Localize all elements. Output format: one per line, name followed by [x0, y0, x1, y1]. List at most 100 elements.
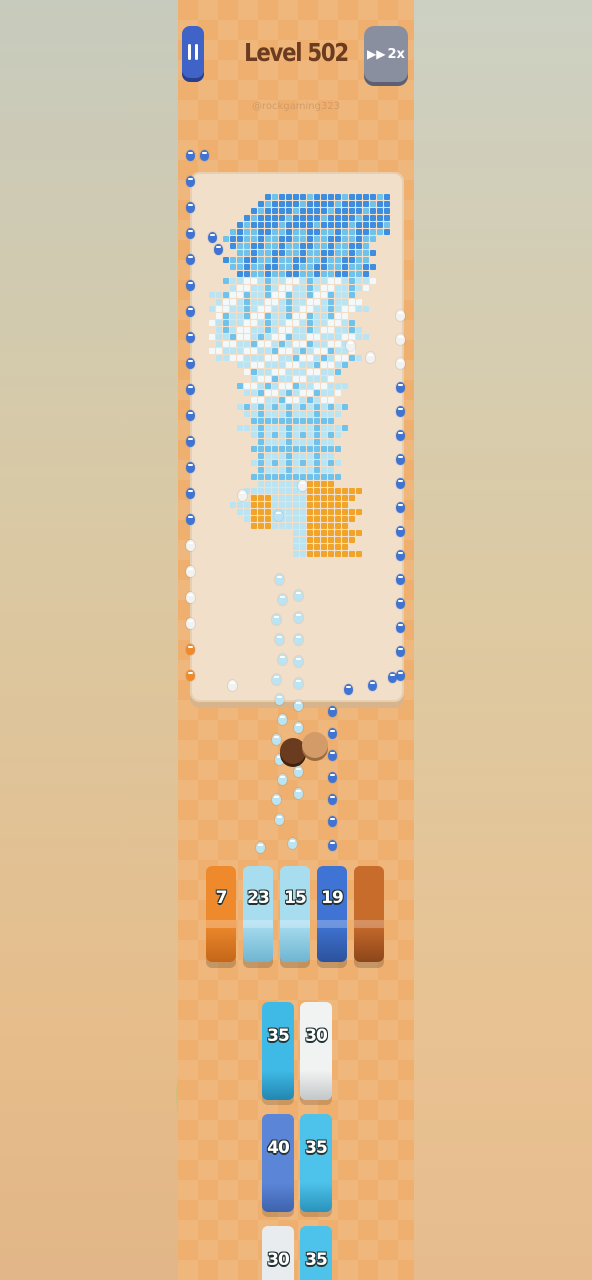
board-pixel: [356, 306, 362, 312]
board-pixel: [216, 313, 222, 319]
ant-icon: [396, 526, 405, 537]
ant-icon: [186, 462, 195, 473]
board-pixel: [307, 215, 313, 221]
board-pixel: [342, 327, 348, 333]
queue-tile[interactable]: 40: [262, 1114, 294, 1212]
board-pixel: [314, 376, 320, 382]
ant-icon: [396, 550, 405, 561]
board-pixel: [321, 453, 327, 459]
queue-tile[interactable]: 35: [300, 1226, 332, 1280]
board-pixel: [314, 383, 320, 389]
board-pixel: [209, 306, 215, 312]
speed-button[interactable]: ▶▶ 2x: [364, 26, 408, 82]
board-pixel: [286, 411, 292, 417]
board-pixel: [286, 376, 292, 382]
board-pixel: [328, 453, 334, 459]
ant-icon: [294, 766, 303, 777]
board-pixel: [370, 250, 376, 256]
board-pixel: [314, 264, 320, 270]
board-pixel: [370, 278, 376, 284]
speed-label: 2x: [387, 46, 405, 62]
board-pixel: [314, 320, 320, 326]
board-pixel: [272, 327, 278, 333]
board-pixel: [377, 222, 383, 228]
ant-icon: [186, 202, 195, 213]
queue-tile[interactable]: 35: [262, 1002, 294, 1100]
board-pixel: [223, 327, 229, 333]
board-pixel: [321, 446, 327, 452]
board-pixel: [307, 474, 313, 480]
board-pixel: [293, 397, 299, 403]
board-pixel: [349, 488, 355, 494]
board-pixel: [307, 243, 313, 249]
board-pixel: [300, 348, 306, 354]
board-pixel: [258, 481, 264, 487]
board-pixel: [265, 299, 271, 305]
board-pixel: [349, 551, 355, 557]
board-pixel: [223, 334, 229, 340]
board-pixel: [314, 355, 320, 361]
board-pixel: [356, 264, 362, 270]
board-pixel: [293, 439, 299, 445]
board-pixel: [265, 327, 271, 333]
board-pixel: [244, 411, 250, 417]
board-pixel: [265, 285, 271, 291]
ant-icon: [186, 436, 195, 447]
board-pixel: [251, 362, 257, 368]
board-pixel: [349, 257, 355, 263]
board-pixel: [321, 432, 327, 438]
board-pixel: [286, 516, 292, 522]
board-pixel: [321, 425, 327, 431]
board-pixel: [363, 271, 369, 277]
collector-slot[interactable]: [354, 866, 384, 962]
board-pixel: [307, 222, 313, 228]
board-pixel: [237, 313, 243, 319]
board-pixel: [258, 390, 264, 396]
board-pixel: [314, 495, 320, 501]
ant-icon: [288, 838, 297, 849]
board-pixel: [251, 313, 257, 319]
board-pixel: [251, 264, 257, 270]
board-pixel: [244, 278, 250, 284]
board-pixel: [265, 474, 271, 480]
board-pixel: [342, 306, 348, 312]
board-pixel: [300, 404, 306, 410]
board-pixel: [230, 313, 236, 319]
board-pixel: [300, 257, 306, 263]
board-pixel: [328, 236, 334, 242]
board-pixel: [293, 418, 299, 424]
board-pixel: [328, 362, 334, 368]
board-pixel: [251, 474, 257, 480]
board-pixel: [237, 341, 243, 347]
board-pixel: [286, 369, 292, 375]
board-pixel: [230, 299, 236, 305]
board-pixel: [349, 495, 355, 501]
board-pixel: [356, 243, 362, 249]
board-pixel: [335, 362, 341, 368]
board-pixel: [251, 271, 257, 277]
queue-tile[interactable]: 30: [262, 1226, 294, 1280]
board-pixel: [328, 222, 334, 228]
collector-slot[interactable]: 7: [206, 866, 236, 962]
board-pixel: [272, 348, 278, 354]
board-pixel: [244, 425, 250, 431]
ant-icon: [186, 228, 195, 239]
collector-slot[interactable]: 23: [243, 866, 273, 962]
board-pixel: [328, 474, 334, 480]
collector-slot[interactable]: 15: [280, 866, 310, 962]
board-pixel: [272, 376, 278, 382]
board-pixel: [293, 411, 299, 417]
board-pixel: [307, 271, 313, 277]
right-backdrop: [414, 0, 592, 1280]
queue-tile[interactable]: 35: [300, 1114, 332, 1212]
board-pixel: [272, 215, 278, 221]
board-pixel: [314, 215, 320, 221]
queue-tile[interactable]: 30: [300, 1002, 332, 1100]
board-pixel: [384, 215, 390, 221]
collector-slot[interactable]: 19: [317, 866, 347, 962]
board-pixel: [314, 474, 320, 480]
board-pixel: [258, 488, 264, 494]
board-pixel: [279, 432, 285, 438]
ant-icon: [294, 678, 303, 689]
board-pixel: [321, 383, 327, 389]
